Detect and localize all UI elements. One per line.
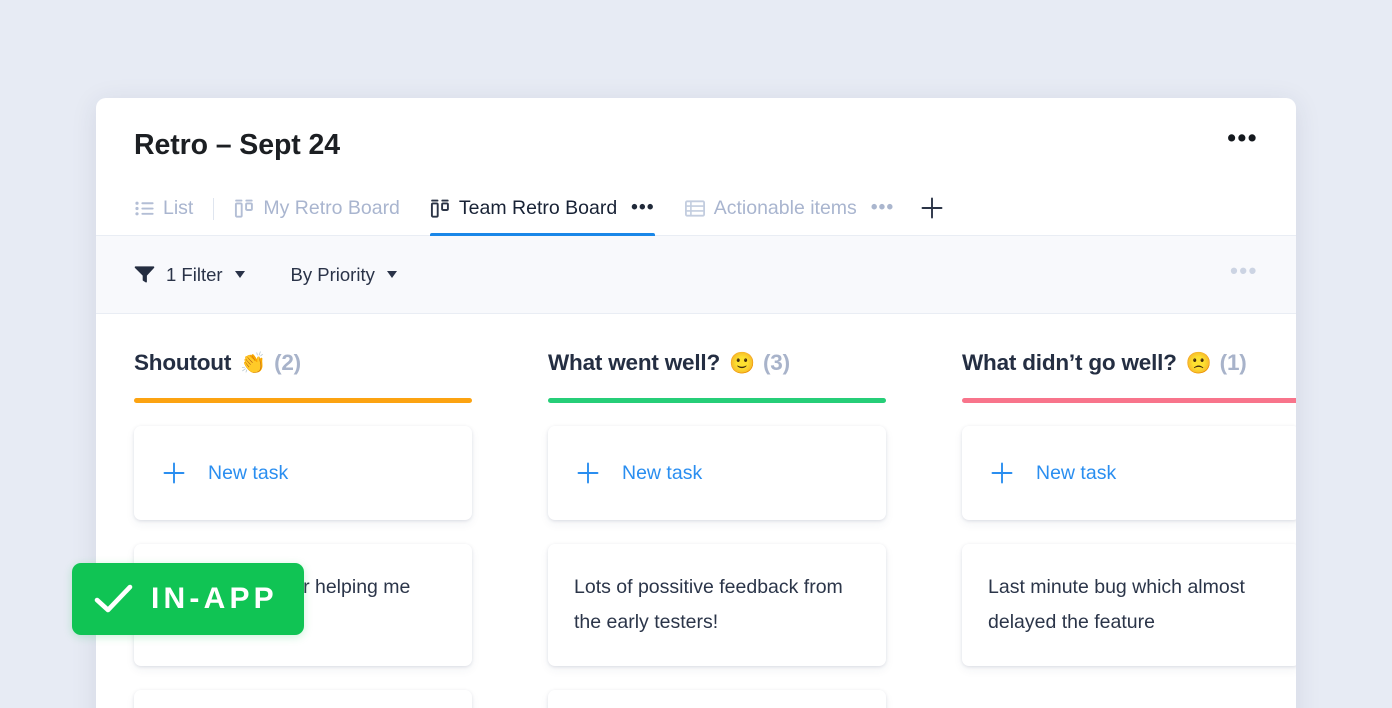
tab-overflow-menu-button[interactable]: ••• bbox=[871, 198, 895, 217]
column-count: (3) bbox=[762, 350, 790, 376]
column-accent-rule bbox=[962, 398, 1296, 404]
chevron-down-icon bbox=[234, 271, 245, 279]
new-task-button[interactable]: New task bbox=[134, 426, 472, 521]
column-card-list: New task Last minute bug which almost de… bbox=[962, 426, 1296, 667]
screenshot-stage: Retro – Sept 24 ••• List My Retro Board … bbox=[0, 0, 1392, 708]
column-header: Shoutout 👏 (2) bbox=[134, 350, 472, 376]
in-app-badge-label: IN-APP bbox=[151, 582, 278, 615]
tab-list[interactable]: List bbox=[134, 181, 193, 235]
filter-control[interactable]: 1 Filter bbox=[134, 264, 245, 286]
board-card[interactable]: Communication went smoothly bbox=[548, 690, 886, 708]
column-count: (1) bbox=[1219, 350, 1247, 376]
tab-overflow-menu-button[interactable]: ••• bbox=[631, 198, 655, 217]
column-title: Shoutout bbox=[134, 350, 232, 376]
plus-icon bbox=[577, 462, 599, 484]
column-title: What didn’t go well? bbox=[962, 350, 1177, 376]
check-icon bbox=[94, 583, 134, 615]
funnel-icon bbox=[134, 264, 155, 285]
page-title: Retro – Sept 24 bbox=[134, 129, 340, 161]
tab-label: My Retro Board bbox=[263, 196, 400, 219]
column-header: What went well? 🙂 (3) bbox=[548, 350, 886, 376]
card-text: Lots of possitive feedback from the earl… bbox=[574, 576, 843, 634]
tab-bar: List My Retro Board Team Retro Board •••… bbox=[96, 181, 1296, 237]
tab-team-retro-board[interactable]: Team Retro Board ••• bbox=[429, 181, 655, 237]
board-column-shoutout: Shoutout 👏 (2) New task Thanks Sarah fo bbox=[96, 350, 510, 708]
chevron-down-icon bbox=[386, 271, 397, 279]
clapping-hands-emoji: 👏 bbox=[240, 351, 267, 375]
toolbar-overflow-menu-button[interactable]: ••• bbox=[1230, 260, 1258, 282]
sort-label: By Priority bbox=[290, 263, 375, 285]
plus-icon bbox=[921, 197, 943, 219]
frowning-face-emoji: 🙁 bbox=[1185, 351, 1212, 375]
column-accent-rule bbox=[134, 398, 472, 404]
header-overflow-menu-button[interactable]: ••• bbox=[1227, 126, 1258, 151]
add-tab-button[interactable] bbox=[920, 181, 944, 235]
card-text: Last minute bug which almost delayed the… bbox=[988, 576, 1245, 634]
board-column-what-went-well: What went well? 🙂 (3) New task Lots of p… bbox=[510, 350, 924, 708]
plus-icon bbox=[163, 462, 185, 484]
board-icon bbox=[234, 198, 254, 218]
board-card[interactable]: Lots of possitive feedback from the earl… bbox=[548, 544, 886, 667]
tab-label: Actionable items bbox=[713, 196, 857, 219]
kanban-board: Shoutout 👏 (2) New task Thanks Sarah fo bbox=[96, 314, 1296, 708]
board-card[interactable]: Last minute bug which almost delayed the… bbox=[962, 544, 1296, 667]
table-icon bbox=[684, 198, 705, 218]
column-card-list: New task Lots of possitive feedback from… bbox=[548, 426, 886, 708]
filter-label: 1 Filter bbox=[166, 263, 223, 285]
tab-divider bbox=[213, 198, 215, 221]
new-task-label: New task bbox=[622, 461, 703, 484]
column-count: (2) bbox=[274, 350, 301, 376]
column-accent-rule bbox=[548, 398, 886, 404]
tab-label: List bbox=[163, 196, 194, 219]
column-title: What went well? bbox=[548, 350, 721, 376]
new-task-button[interactable]: New task bbox=[548, 426, 886, 521]
board-toolbar: 1 Filter By Priority ••• bbox=[96, 236, 1296, 315]
app-header: Retro – Sept 24 ••• bbox=[96, 98, 1296, 162]
slightly-smiling-face-emoji: 🙂 bbox=[729, 351, 755, 375]
column-header: What didn’t go well? 🙁 (1) bbox=[962, 350, 1296, 376]
in-app-badge: IN-APP bbox=[72, 563, 304, 635]
new-task-button[interactable]: New task bbox=[962, 426, 1296, 521]
board-column-what-didnt-go-well: What didn’t go well? 🙁 (1) New task Last… bbox=[924, 350, 1296, 708]
list-icon bbox=[134, 198, 154, 218]
sort-control[interactable]: By Priority bbox=[291, 264, 397, 286]
board-card[interactable]: Thanks Collin for sharing some bbox=[134, 690, 472, 708]
tab-label: Team Retro Board bbox=[458, 196, 618, 219]
tab-my-retro-board[interactable]: My Retro Board bbox=[234, 181, 400, 235]
board-icon bbox=[430, 198, 450, 218]
new-task-label: New task bbox=[1036, 461, 1117, 484]
tab-actionable-items[interactable]: Actionable items ••• bbox=[684, 181, 895, 235]
new-task-label: New task bbox=[208, 461, 289, 484]
plus-icon bbox=[991, 462, 1013, 484]
